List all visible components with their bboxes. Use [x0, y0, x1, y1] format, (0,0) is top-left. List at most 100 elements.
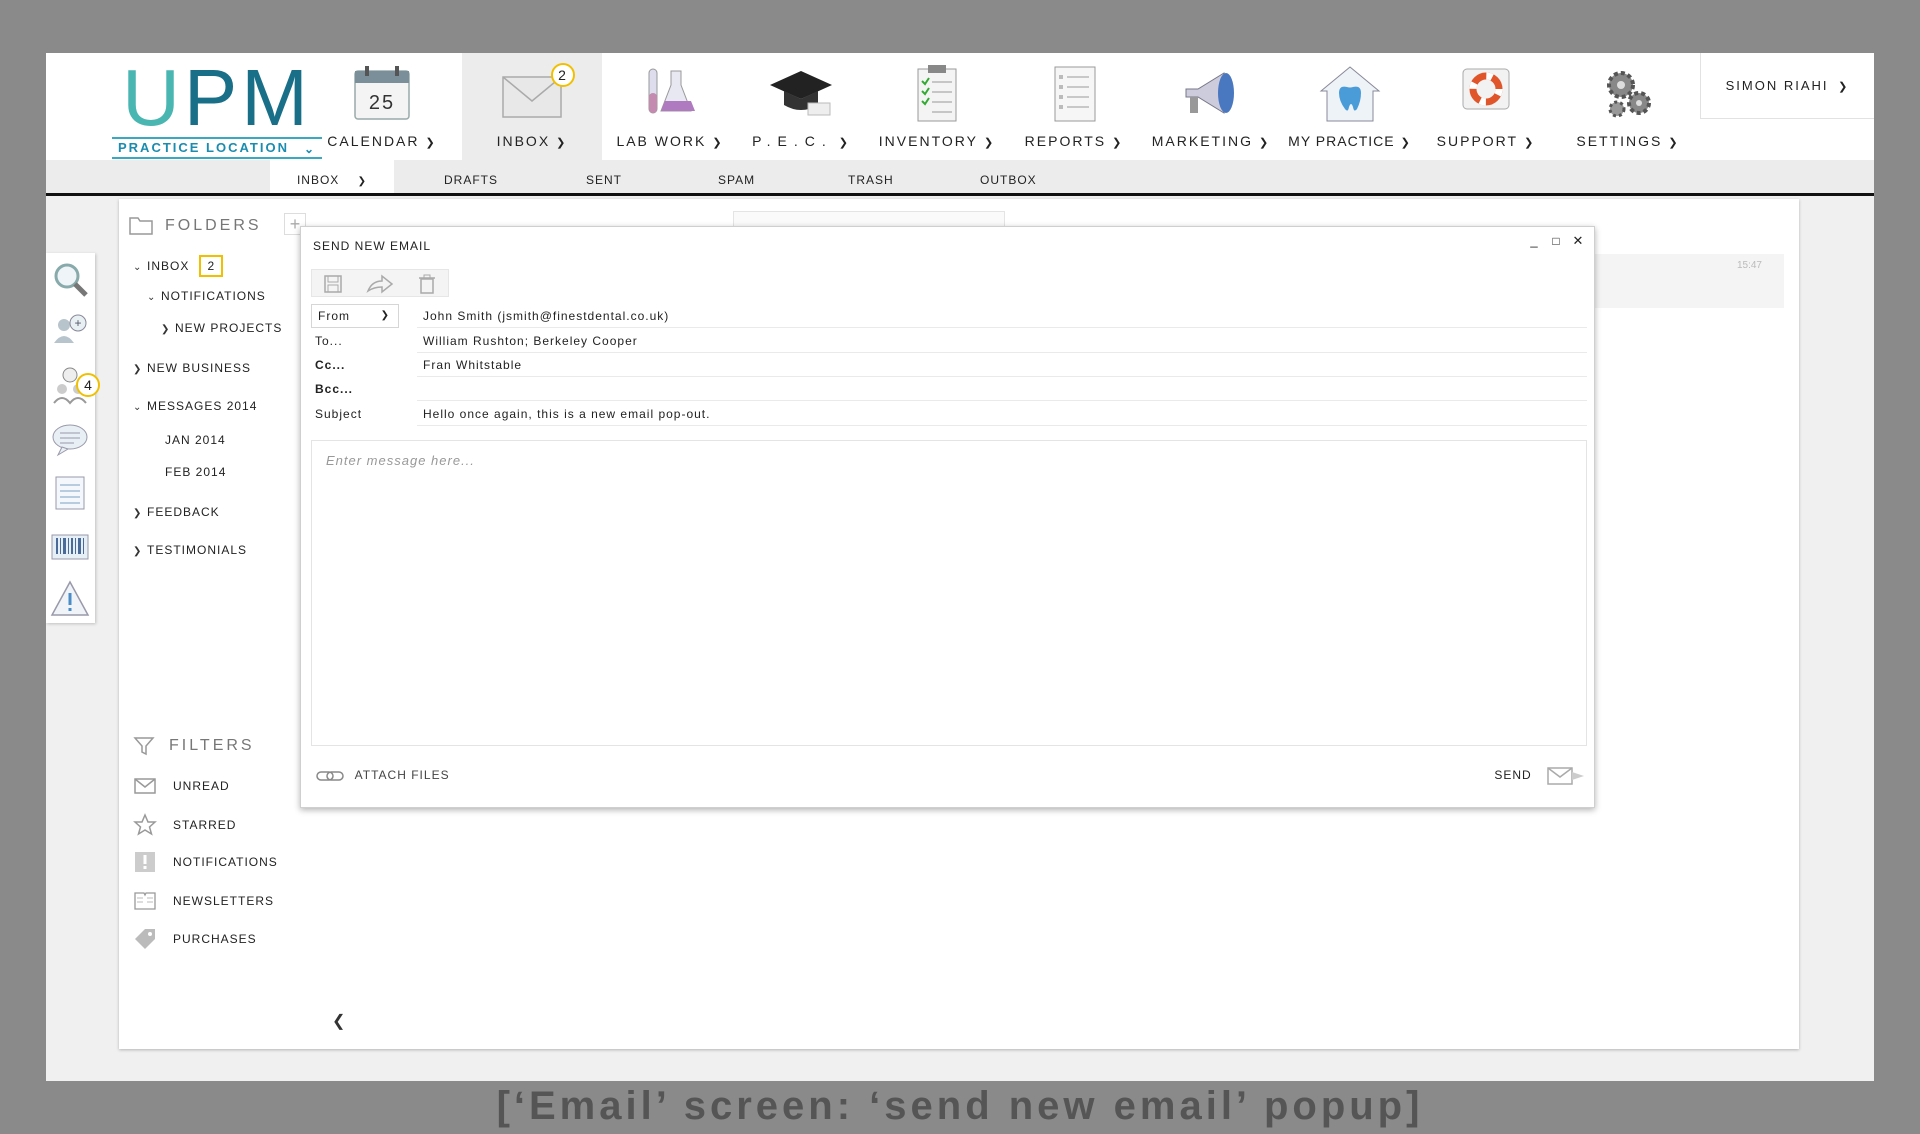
close-icon[interactable]: ✕ [1570, 233, 1586, 249]
popup-toolbar [311, 269, 449, 297]
app-window: UPM PRACTICE LOCATION ⌄ 25 CALENDAR ❯ 2 [46, 53, 1874, 1081]
chevron-down-icon: ❯ [1668, 137, 1680, 149]
save-icon[interactable] [322, 273, 344, 295]
chevron-down-icon: ❯ [357, 176, 368, 187]
bcc-button[interactable]: Bcc... [315, 377, 353, 401]
maximize-icon[interactable]: □ [1548, 233, 1564, 249]
folder-new-business[interactable]: ❯ NEW BUSINESS [133, 361, 251, 375]
warning-icon[interactable] [50, 579, 90, 619]
chevron-down-icon: ❯ [380, 310, 390, 321]
filter-starred-label: STARRED [173, 818, 237, 832]
calendar-day: 25 [369, 92, 395, 114]
folder-new-business-label: NEW BUSINESS [147, 361, 252, 375]
price-tag-icon [135, 929, 155, 949]
nav-settings[interactable]: SETTINGS ❯ [1568, 53, 1688, 160]
nav-reports[interactable]: REPORTS ❯ [1012, 53, 1136, 160]
folder-icon [129, 217, 153, 235]
add-group-icon[interactable]: + [50, 311, 90, 351]
chevron-down-icon: ❯ [1259, 137, 1271, 149]
send-button[interactable]: SEND [1494, 763, 1586, 787]
chevron-down-icon: ❯ [712, 137, 724, 149]
chevron-down-icon: ❯ [1838, 81, 1850, 93]
tab-outbox[interactable]: OUTBOX [980, 160, 1037, 196]
folder-feb-2014[interactable]: FEB 2014 [165, 465, 226, 479]
folder-messages-2014[interactable]: ⌄ MESSAGES 2014 [133, 399, 257, 413]
graduation-cap-icon [770, 71, 832, 116]
folders-heading: FOLDERS [165, 217, 262, 234]
trash-icon[interactable] [416, 273, 438, 295]
chevron-down-icon: ⌄ [147, 292, 157, 303]
report-list-icon [1054, 66, 1096, 122]
attach-files-label: ATTACH FILES [354, 768, 450, 782]
nav-reports-label: REPORTS [1024, 133, 1107, 149]
nav-support-label: SUPPORT [1436, 133, 1519, 149]
chevron-down-icon: ❯ [425, 137, 437, 149]
bcc-field[interactable] [417, 377, 1587, 401]
to-field[interactable]: William Rushton; Berkeley Cooper [417, 329, 1587, 353]
folder-testimonials[interactable]: ❯ TESTIMONIALS [133, 543, 247, 557]
tab-sent[interactable]: SENT [586, 160, 622, 196]
nav-marketing[interactable]: MARKETING ❯ [1146, 53, 1276, 160]
tab-drafts[interactable]: DRAFTS [444, 160, 498, 196]
bcc-row: Bcc... [311, 377, 1587, 401]
filter-purchases-label: PURCHASES [173, 932, 257, 946]
logo[interactable]: UPM PRACTICE LOCATION ⌄ [112, 58, 322, 159]
notes-icon[interactable] [50, 473, 90, 513]
nav-my-practice-label: MY PRACTICE [1288, 133, 1395, 149]
chevron-down-icon: ⌄ [303, 142, 316, 156]
user-name: SIMON RIAHI [1725, 78, 1829, 93]
practice-location-label: PRACTICE LOCATION [118, 140, 289, 155]
nav-inbox-label: INBOX [496, 133, 551, 149]
cc-field[interactable]: Fran Whitstable [417, 353, 1587, 377]
nav-pec[interactable]: P.E.C. ❯ [746, 53, 856, 160]
tab-trash[interactable]: TRASH [848, 160, 894, 196]
lab-flasks-icon [648, 68, 695, 114]
folder-new-projects[interactable]: ❯ NEW PROJECTS [161, 321, 282, 335]
subject-field[interactable]: Hello once again, this is a new email po… [417, 402, 1587, 426]
folder-notifications[interactable]: ⌄ NOTIFICATIONS [147, 289, 266, 303]
from-label: From [318, 309, 350, 323]
tab-spam[interactable]: SPAM [718, 160, 755, 196]
folder-inbox[interactable]: ⌄ INBOX 2 [133, 255, 224, 277]
forward-icon[interactable] [366, 273, 394, 295]
chevron-down-icon: ❯ [1524, 137, 1536, 149]
folder-feedback[interactable]: ❯ FEEDBACK [133, 505, 220, 519]
minimize-icon[interactable]: _ [1526, 233, 1542, 249]
collapse-sidebar-icon[interactable]: ❮ [332, 1011, 345, 1031]
practice-location-select[interactable]: PRACTICE LOCATION ⌄ [112, 137, 322, 159]
chevron-right-icon: ❯ [133, 546, 143, 557]
folder-jan-2014[interactable]: JAN 2014 [165, 433, 226, 447]
chevron-down-icon: ❯ [556, 137, 568, 149]
message-body-input[interactable]: Enter message here... [311, 440, 1587, 746]
lifebuoy-icon [1462, 68, 1510, 110]
cc-button[interactable]: Cc... [315, 353, 345, 377]
barcode-icon[interactable] [50, 527, 90, 567]
chevron-right-icon: ❯ [133, 508, 143, 519]
nav-lab-work-label: LAB WORK [616, 133, 707, 149]
chevron-down-icon: ❯ [1400, 137, 1412, 149]
message-time: 15:47 [1736, 260, 1762, 271]
nav-marketing-label: MARKETING [1151, 133, 1253, 149]
nav-support[interactable]: SUPPORT ❯ [1430, 53, 1542, 160]
nav-lab-work[interactable]: LAB WORK ❯ [610, 53, 730, 160]
tab-inbox-label: INBOX [296, 173, 340, 187]
tab-inbox[interactable]: INBOX ❯ [270, 160, 394, 193]
user-menu[interactable]: SIMON RIAHI ❯ [1700, 53, 1874, 119]
attach-files-button[interactable]: ATTACH FILES [315, 763, 450, 787]
subject-label: Subject [315, 407, 363, 421]
to-row: To... William Rushton; Berkeley Cooper [311, 329, 1587, 353]
search-icon[interactable] [50, 259, 90, 299]
from-select[interactable]: From ❯ [311, 304, 399, 328]
speech-bubble-icon[interactable] [50, 419, 90, 459]
folder-messages-2014-label: MESSAGES 2014 [147, 399, 258, 413]
nav-inventory[interactable]: INVENTORY ❯ [872, 53, 1002, 160]
sub-navigation: INBOX ❯ DRAFTS SENT SPAM TRASH OUTBOX [46, 160, 1874, 196]
nav-calendar-label: CALENDAR [327, 133, 420, 149]
nav-calendar[interactable]: 25 CALENDAR ❯ [320, 53, 444, 160]
from-row: From ❯ John Smith (jsmith@finestdental.c… [311, 304, 1587, 328]
filter-unread-label: UNREAD [173, 779, 230, 793]
to-button[interactable]: To... [315, 329, 343, 353]
nav-my-practice[interactable]: MY PRACTICE ❯ [1288, 53, 1412, 160]
send-envelope-icon [1547, 767, 1584, 785]
nav-inbox[interactable]: 2 INBOX ❯ [462, 53, 602, 160]
